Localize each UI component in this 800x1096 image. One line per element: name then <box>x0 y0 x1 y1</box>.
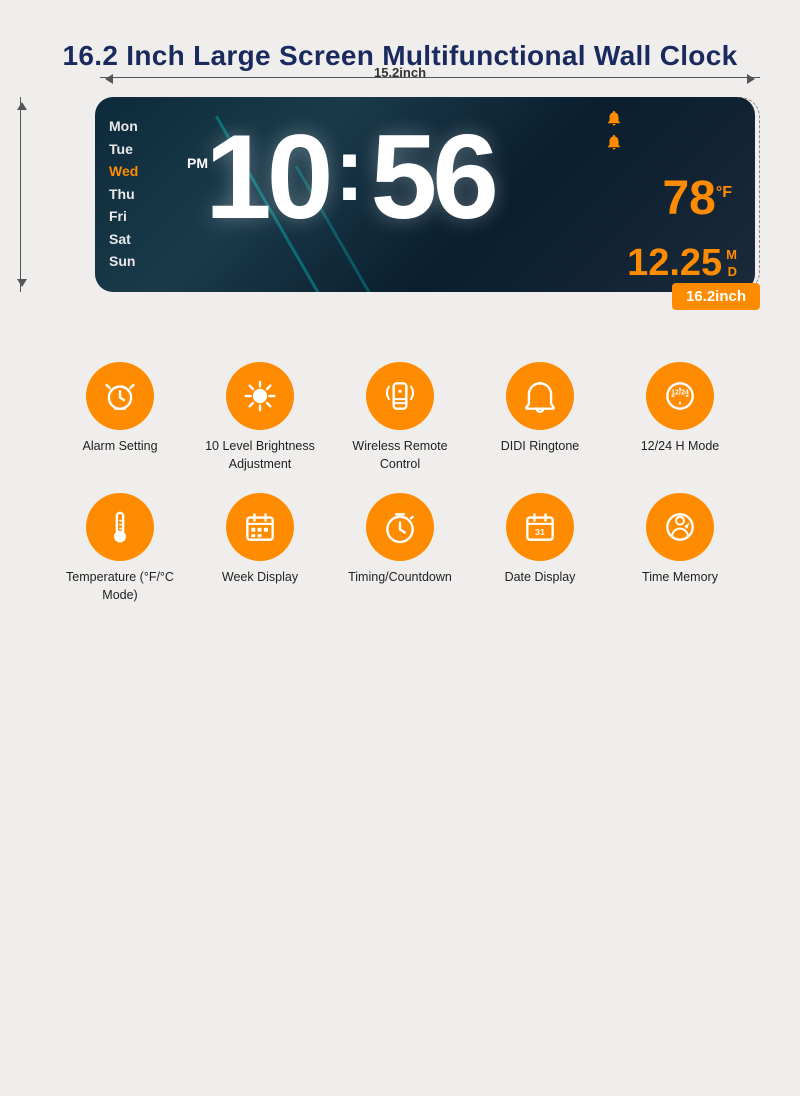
feature-remote: Wireless Remote Control <box>335 362 465 473</box>
features-row-1: Alarm Setting <box>50 362 750 473</box>
title-section: 16.2 Inch Large Screen Multifunctional W… <box>20 20 780 97</box>
day-label: D <box>726 265 737 278</box>
ringtone-icon-circle <box>506 362 574 430</box>
day-wed: Wed <box>109 162 170 182</box>
date-value: 12.25 <box>627 244 722 282</box>
feature-date-display: 31 Date Display <box>475 493 605 604</box>
feature-time-mode: 12/24 12/24 H Mode <box>615 362 745 473</box>
day-sat: Sat <box>109 230 170 250</box>
width-dimension-line <box>100 77 760 78</box>
week-display-label: Week Display <box>222 569 298 587</box>
minutes-digit: 56 <box>370 117 493 237</box>
time-colon: : <box>334 125 364 215</box>
day-sun: Sun <box>109 252 170 272</box>
page-container: 16.2 Inch Large Screen Multifunctional W… <box>0 0 800 664</box>
hours-digit: 10 <box>205 117 328 237</box>
brightness-icon-circle <box>226 362 294 430</box>
time-mode-icon-circle: 12/24 <box>646 362 714 430</box>
alarm-icon-2 <box>605 133 623 154</box>
ringtone-label: DIDI Ringtone <box>501 438 580 456</box>
time-memory-icon-circle <box>646 493 714 561</box>
alarm-setting-icon-circle <box>86 362 154 430</box>
feature-week-display: Week Display <box>195 493 325 604</box>
day-thu: Thu <box>109 185 170 205</box>
height-dimension-line <box>20 97 21 292</box>
feature-temperature: Temperature (°F/°C Mode) <box>55 493 185 604</box>
feature-time-memory: Time Memory <box>615 493 745 604</box>
svg-text:31: 31 <box>535 527 545 537</box>
date-time-display: 12.25 M D <box>605 244 737 282</box>
features-row-2: Temperature (°F/°C Mode) <box>50 493 750 604</box>
remote-icon-circle <box>366 362 434 430</box>
month-label: M <box>726 248 737 261</box>
features-section: Alarm Setting <box>20 342 780 634</box>
day-mon: Mon <box>109 117 170 137</box>
right-info-section: 78°F 12.25 M D <box>605 97 745 292</box>
days-column: Mon Tue Wed Thu Fri Sat Sun <box>95 97 170 292</box>
time-memory-label: Time Memory <box>642 569 718 587</box>
alarm-icons <box>605 109 737 154</box>
date-display-icon-circle: 31 <box>506 493 574 561</box>
day-tue: Tue <box>109 140 170 160</box>
clock-display: Mon Tue Wed Thu Fri Sat Sun PM 10 : 56 <box>95 97 755 292</box>
temp-unit: °F <box>716 184 732 201</box>
day-fri: Fri <box>109 207 170 227</box>
feature-countdown: Timing/Countdown <box>335 493 465 604</box>
main-time-display: 10 : 56 <box>205 117 494 237</box>
size-badge: 16.2inch <box>672 283 760 310</box>
temperature-label: Temperature (°F/°C Mode) <box>55 569 185 604</box>
feature-alarm-setting: Alarm Setting <box>55 362 185 473</box>
countdown-icon-circle <box>366 493 434 561</box>
alarm-icon-1 <box>605 109 623 130</box>
feature-brightness: 10 Level Brightness Adjustment <box>195 362 325 473</box>
week-display-icon-circle <box>226 493 294 561</box>
width-dimension-text: 15.2inch <box>374 65 426 80</box>
countdown-label: Timing/Countdown <box>348 569 452 587</box>
date-display-label: Date Display <box>505 569 576 587</box>
remote-label: Wireless Remote Control <box>335 438 465 473</box>
brightness-label: 10 Level Brightness Adjustment <box>195 438 325 473</box>
alarm-setting-label: Alarm Setting <box>82 438 157 456</box>
temp-value: 78 <box>662 172 715 225</box>
temperature-icon-circle <box>86 493 154 561</box>
clock-section: 15.2inch 5.1inch Mon Tue Wed Thu Fri Sat… <box>40 97 760 292</box>
temperature-display: 78°F <box>605 175 732 223</box>
feature-ringtone: DIDI Ringtone <box>475 362 605 473</box>
time-mode-label: 12/24 H Mode <box>641 438 720 456</box>
